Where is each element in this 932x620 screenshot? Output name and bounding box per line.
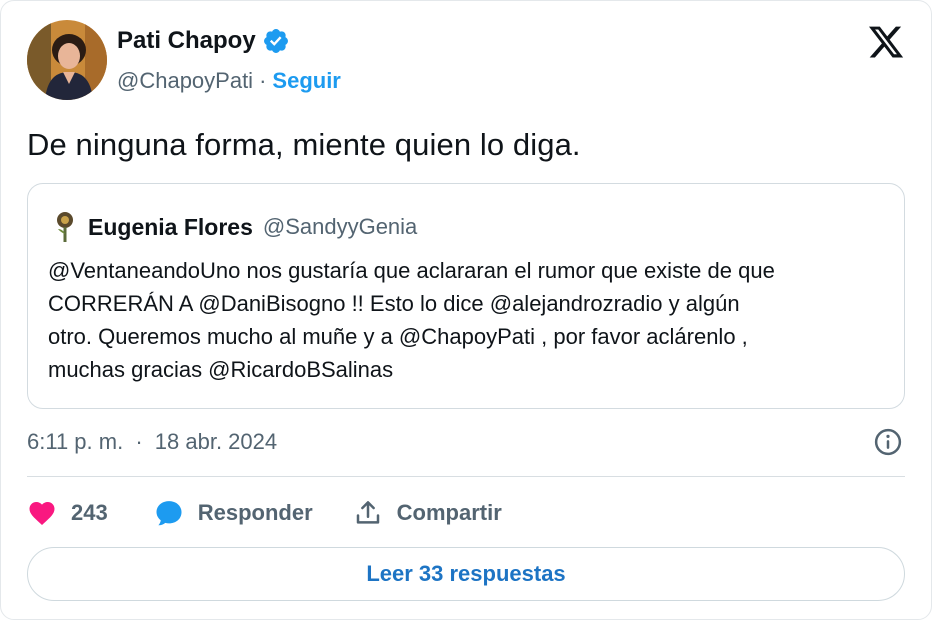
reply-label: Responder	[197, 500, 313, 525]
quoted-text-line: CORRERÁN A @DaniBisogno !! Esto lo dice …	[48, 291, 740, 316]
share-upload-icon	[356, 501, 379, 524]
tweet-time: 6:11 p. m.	[27, 429, 124, 454]
action-bar: 243 Responder Compartir	[27, 493, 502, 533]
heart-icon	[29, 502, 55, 525]
author-handle[interactable]: @ChapoyPati	[117, 68, 253, 94]
tweet-date: 18 abr. 2024	[154, 429, 278, 454]
quoted-author-avatar[interactable]	[52, 210, 78, 244]
quoted-text-line: @VentaneandoUno nos gustaría que aclarar…	[48, 258, 775, 283]
info-icon[interactable]	[873, 427, 903, 457]
handle-separator: ·	[259, 68, 267, 93]
divider	[27, 476, 905, 477]
read-replies-label: Leer 33 respuestas	[366, 561, 566, 586]
date-separator: ·	[135, 429, 143, 454]
quoted-author-handle[interactable]: @SandyyGenia	[263, 214, 417, 240]
speech-bubble-icon	[156, 501, 182, 526]
read-replies-button[interactable]: Leer 33 respuestas	[27, 547, 905, 601]
tweet-text: De ninguna forma, miente quien lo diga.	[27, 127, 581, 162]
x-logo-icon[interactable]	[867, 23, 905, 61]
reply-button[interactable]: Responder	[154, 498, 313, 528]
follow-link[interactable]: Seguir	[272, 68, 340, 94]
tweet-timestamp[interactable]: 6:11 p. m. · 18 abr. 2024	[27, 429, 277, 455]
quoted-header: Eugenia Flores @SandyyGenia	[52, 210, 417, 244]
author-handle-row: @ChapoyPati · Seguir	[117, 68, 341, 94]
quoted-author-name[interactable]: Eugenia Flores	[88, 214, 253, 241]
quoted-text-line: otro. Queremos mucho al muñe y a @Chapoy…	[48, 324, 748, 349]
share-label: Compartir	[396, 500, 502, 525]
quoted-tweet[interactable]: Eugenia Flores @SandyyGenia @Ventaneando…	[27, 183, 905, 409]
quoted-text-line: muchas gracias @RicardoBSalinas	[48, 357, 394, 382]
author-name[interactable]: Pati Chapoy	[117, 27, 256, 55]
share-button[interactable]: Compartir	[353, 498, 502, 528]
author-name-row: Pati Chapoy	[117, 27, 290, 55]
like-count: 243	[71, 500, 108, 525]
like-button[interactable]: 243	[27, 498, 108, 528]
tweet-embed-card: Pati Chapoy @ChapoyPati · Seguir De ning…	[0, 0, 932, 620]
quoted-tweet-text: @VentaneandoUno nos gustaría que aclarar…	[48, 254, 888, 386]
author-avatar[interactable]	[27, 20, 107, 100]
verified-badge-icon	[263, 29, 288, 53]
